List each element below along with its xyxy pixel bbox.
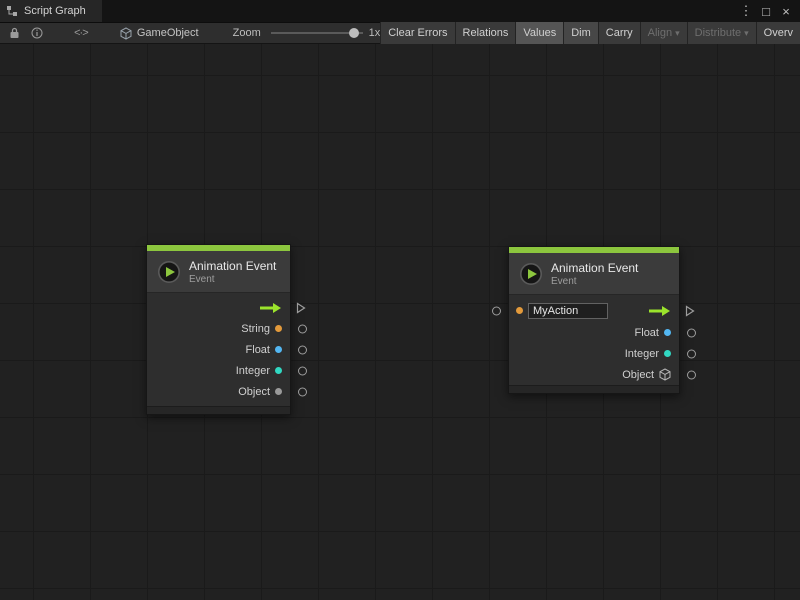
node-title: Animation Event — [189, 259, 276, 273]
node-body: String Float Integer Object — [147, 293, 290, 406]
gameobject-icon — [120, 27, 132, 40]
node-header: Animation Event Event — [147, 251, 290, 293]
flow-output-port[interactable] — [685, 305, 695, 317]
integer-output-port[interactable] — [687, 349, 696, 358]
toolbar-buttons: Clear Errors Relations Values Dim Carry … — [380, 22, 800, 44]
graph-canvas[interactable]: Animation Event Event String — [0, 44, 800, 600]
zoom-slider[interactable] — [271, 28, 363, 38]
flow-output-port[interactable] — [296, 302, 306, 314]
distribute-dropdown[interactable]: Distribute ▾ — [687, 22, 756, 44]
carry-button[interactable]: Carry — [598, 22, 640, 44]
relations-button[interactable]: Relations — [455, 22, 516, 44]
float-type-dot — [664, 329, 671, 336]
window-controls: ⋮ □ × — [738, 0, 800, 22]
integer-output-port[interactable] — [298, 366, 307, 375]
info-icon[interactable] — [26, 23, 48, 43]
overview-button[interactable]: Overv — [756, 22, 800, 44]
event-play-icon — [157, 260, 181, 284]
lock-icon[interactable] — [4, 23, 26, 43]
node-title: Animation Event — [551, 261, 638, 275]
maximize-icon[interactable]: □ — [758, 4, 774, 19]
port-row-float: Float — [509, 322, 679, 343]
node-subtitle: Event — [551, 276, 638, 287]
zoom-label: Zoom — [233, 27, 261, 39]
port-row-integer: Integer — [509, 343, 679, 364]
menu-icon[interactable]: ⋮ — [738, 3, 754, 19]
port-row-flow — [147, 297, 290, 318]
name-input-port[interactable] — [492, 306, 501, 315]
event-play-icon — [519, 262, 543, 286]
dim-button[interactable]: Dim — [563, 22, 598, 44]
cube-icon — [659, 368, 671, 381]
titlebar: Script Graph ⋮ □ × — [0, 0, 800, 22]
string-type-dot — [516, 307, 523, 314]
string-type-dot — [275, 325, 282, 332]
port-row-object: Object — [147, 381, 290, 402]
align-dropdown[interactable]: Align ▾ — [640, 22, 687, 44]
tab-script-graph[interactable]: Script Graph — [0, 0, 102, 22]
port-row-float: Float — [147, 339, 290, 360]
node-animation-event-2[interactable]: Animation Event Event — [508, 246, 680, 394]
port-row-string: String — [147, 318, 290, 339]
port-row-integer: Integer — [147, 360, 290, 381]
node-body: Float Integer Object — [509, 295, 679, 385]
gameobject-label: GameObject — [137, 27, 199, 39]
flow-arrow-icon — [260, 302, 282, 314]
values-button[interactable]: Values — [515, 22, 563, 44]
port-row-object: Object — [509, 364, 679, 385]
code-icon[interactable]: <·> — [70, 23, 92, 43]
close-icon[interactable]: × — [778, 4, 794, 19]
zoom-slider-handle[interactable] — [349, 28, 359, 38]
float-output-port[interactable] — [687, 328, 696, 337]
chevron-down-icon: ▾ — [744, 28, 749, 39]
node-header: Animation Event Event — [509, 253, 679, 295]
graph-toolbar: <·> GameObject Zoom 1x Clear Errors Rela… — [0, 22, 800, 44]
object-output-port[interactable] — [298, 387, 307, 396]
script-graph-icon — [6, 5, 18, 17]
action-name-field[interactable] — [528, 303, 608, 319]
port-row-name-and-flow — [509, 299, 679, 322]
zoom-value: 1x — [369, 27, 381, 39]
chevron-down-icon: ▾ — [675, 28, 680, 39]
gameobject-reference[interactable]: GameObject — [120, 27, 199, 40]
node-footer — [509, 385, 679, 393]
tab-title: Script Graph — [24, 5, 86, 17]
float-type-dot — [275, 346, 282, 353]
node-animation-event-1[interactable]: Animation Event Event String — [146, 244, 291, 415]
string-output-port[interactable] — [298, 324, 307, 333]
integer-type-dot — [275, 367, 282, 374]
node-subtitle: Event — [189, 274, 276, 285]
integer-type-dot — [664, 350, 671, 357]
object-type-dot — [275, 388, 282, 395]
object-output-port[interactable] — [687, 370, 696, 379]
node-footer — [147, 406, 290, 414]
float-output-port[interactable] — [298, 345, 307, 354]
flow-arrow-icon — [649, 305, 671, 317]
clear-errors-button[interactable]: Clear Errors — [380, 22, 454, 44]
script-graph-window: Script Graph ⋮ □ × <·> — [0, 0, 800, 600]
